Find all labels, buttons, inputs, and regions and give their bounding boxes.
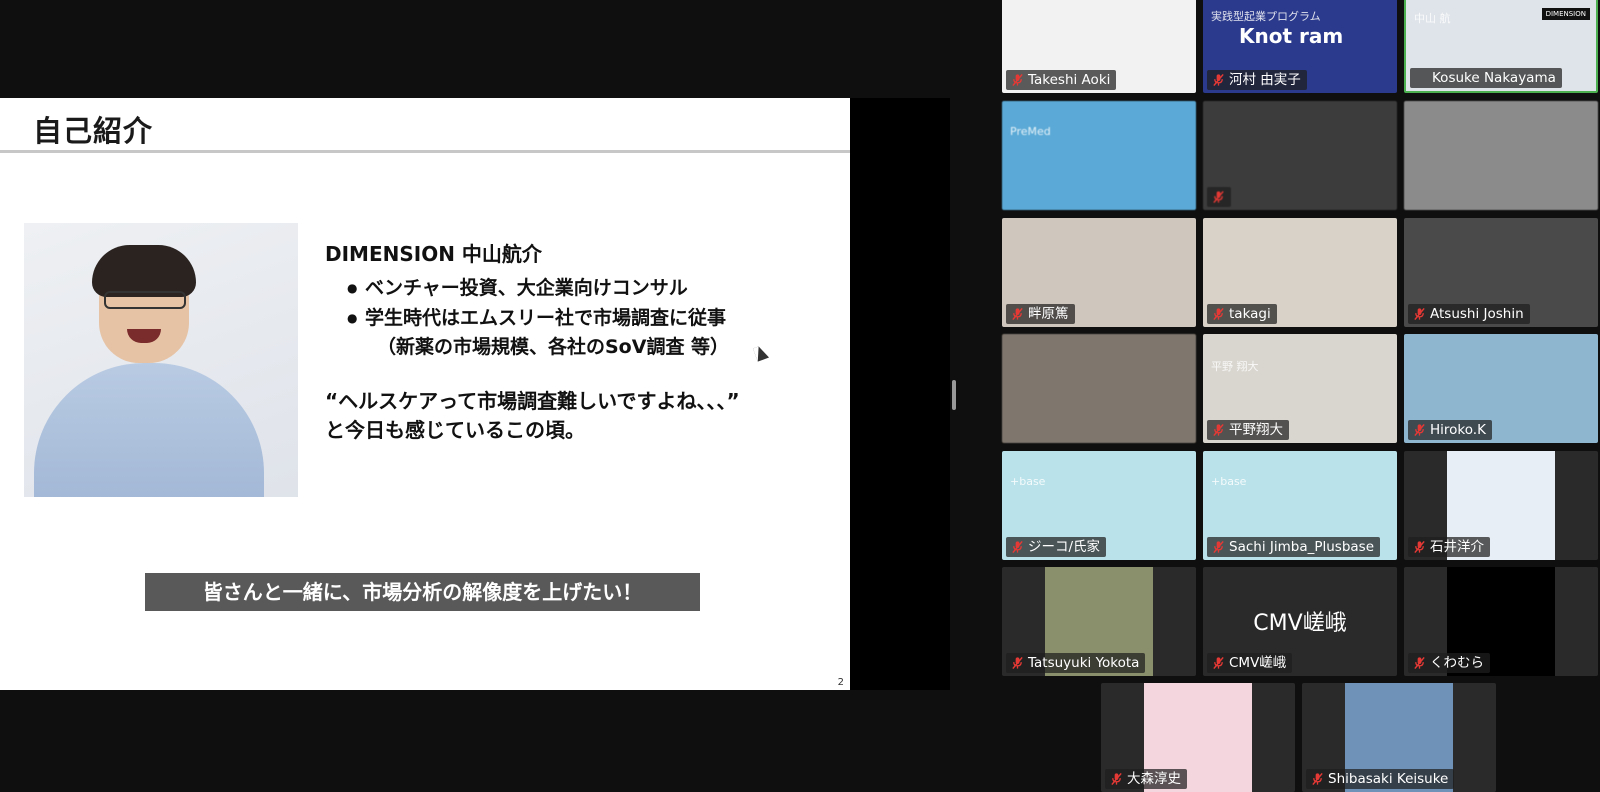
participant-tile[interactable]: [1203, 101, 1397, 210]
participant-background-text: 中山 航: [1414, 12, 1451, 25]
slide-page-number: 2: [837, 677, 844, 688]
participant-tile[interactable]: +base ジーコ/氏家: [1002, 451, 1196, 560]
split-view-resize-handle[interactable]: [952, 380, 956, 410]
participant-tile[interactable]: 畔原篤: [1002, 218, 1196, 327]
mic-muted-icon: [1011, 307, 1024, 321]
participant-background-logo: DIMENSION: [1541, 8, 1590, 20]
participant-background-text: +base: [1211, 475, 1247, 488]
participant-name-label: 平野翔大: [1207, 420, 1289, 440]
bullet-item: 学生時代はエムスリー社で市場調査に従事: [347, 303, 825, 333]
participant-name-label: ジーコ/氏家: [1006, 537, 1107, 557]
quote-line: と今日も感じているこの頃。: [325, 418, 585, 442]
mic-muted-icon: [1413, 656, 1426, 670]
participant-tile[interactable]: [1404, 101, 1598, 210]
participant-name-label: CMV嵯峨: [1207, 653, 1293, 673]
participant-tile[interactable]: CMV嵯峨 CMV嵯峨: [1203, 567, 1397, 676]
mic-muted-icon: [1212, 423, 1225, 437]
participant-tile[interactable]: 石井洋介: [1404, 451, 1598, 560]
participant-name-label: くわむら: [1408, 653, 1490, 673]
mic-muted-icon: [1212, 190, 1225, 204]
participant-tile[interactable]: くわむら: [1404, 567, 1598, 676]
presentation-slide: 自己紹介 DIMENSION 中山航介 ベンチャー投資、大企業向けコンサル 学生…: [0, 98, 850, 690]
mic-muted-icon: [1011, 656, 1024, 670]
slide-title: 自己紹介: [33, 114, 154, 148]
quote-line: “ヘルスケアって市場調査難しいですよね、、、”: [325, 389, 740, 413]
participant-tile[interactable]: 実践型起業プログラム Knot ram 河村 由実子: [1203, 0, 1397, 93]
mic-muted-icon: [1413, 540, 1426, 554]
participant-tile[interactable]: Takeshi Aoki: [1002, 0, 1196, 93]
presenter-name: DIMENSION 中山航介: [325, 242, 542, 266]
slide-title-rule: [0, 150, 850, 153]
participant-background-text: +base: [1010, 475, 1046, 488]
slide-banner: 皆さんと一緒に、市場分析の解像度を上げたい！: [145, 573, 700, 611]
participant-name-label: Sachi Jimba_Plusbase: [1207, 537, 1380, 557]
participant-tile[interactable]: Shibasaki Keisuke: [1302, 683, 1496, 792]
participant-tile[interactable]: 大森淳史: [1101, 683, 1295, 792]
participant-tile[interactable]: 平野 翔大平野翔大: [1203, 334, 1397, 443]
slide-quote: “ヘルスケアって市場調査難しいですよね、、、” と今日も感じているこの頃。: [325, 387, 825, 445]
participant-background-text: PreMed: [1010, 125, 1051, 138]
mic-muted-icon: [1413, 307, 1426, 321]
participant-name-label: Takeshi Aoki: [1006, 70, 1117, 90]
mic-muted-icon: [1011, 540, 1024, 554]
participant-tile[interactable]: 中山 航 DIMENSION Kosuke Nakayama: [1404, 0, 1598, 93]
participant-display-name: CMV嵯峨: [1253, 611, 1347, 636]
mic-muted-icon: [1212, 73, 1225, 87]
participant-tile[interactable]: Tatsuyuki Yokota: [1002, 567, 1196, 676]
participant-tile[interactable]: Atsushi Joshin: [1404, 218, 1598, 327]
mic-muted-icon: [1110, 772, 1123, 786]
participant-name-label: 石井洋介: [1408, 537, 1490, 557]
participant-name-label: [1207, 187, 1231, 207]
participant-tile[interactable]: Hiroko.K: [1404, 334, 1598, 443]
presenter-photo: [24, 223, 298, 497]
participant-name-label: Tatsuyuki Yokota: [1006, 653, 1146, 673]
participant-name-label: Kosuke Nakayama: [1410, 68, 1562, 88]
mic-muted-icon: [1212, 540, 1225, 554]
mic-muted-icon: [1413, 423, 1426, 437]
participant-tile[interactable]: [1002, 334, 1196, 443]
mic-muted-icon: [1212, 656, 1225, 670]
participant-background-text: 実践型起業プログラム: [1211, 10, 1321, 23]
participant-name-label: Hiroko.K: [1408, 420, 1492, 440]
shared-screen: 自己紹介 DIMENSION 中山航介 ベンチャー投資、大企業向けコンサル 学生…: [0, 98, 950, 690]
participant-name-label: 河村 由実子: [1207, 70, 1307, 90]
participant-tile[interactable]: PreMed: [1002, 101, 1196, 210]
participant-name-label: 大森淳史: [1105, 769, 1187, 789]
mic-muted-icon: [1011, 73, 1024, 87]
participant-name-label: Shibasaki Keisuke: [1306, 769, 1455, 789]
participant-tile[interactable]: +base Sachi Jimba_Plusbase: [1203, 451, 1397, 560]
participant-name-label: takagi: [1207, 304, 1277, 324]
mic-muted-icon: [1311, 772, 1324, 786]
participant-tile[interactable]: takagi: [1203, 218, 1397, 327]
bullet-item: ベンチャー投資、大企業向けコンサル: [347, 273, 825, 303]
slide-body: DIMENSION 中山航介 ベンチャー投資、大企業向けコンサル 学生時代はエム…: [325, 238, 825, 445]
participant-name-label: 畔原篤: [1006, 304, 1075, 324]
participant-background-text: 平野 翔大: [1211, 360, 1259, 373]
participant-background-text: Knot ram: [1239, 24, 1344, 48]
participant-name-label: Atsushi Joshin: [1408, 304, 1530, 324]
mic-muted-icon: [1212, 307, 1225, 321]
